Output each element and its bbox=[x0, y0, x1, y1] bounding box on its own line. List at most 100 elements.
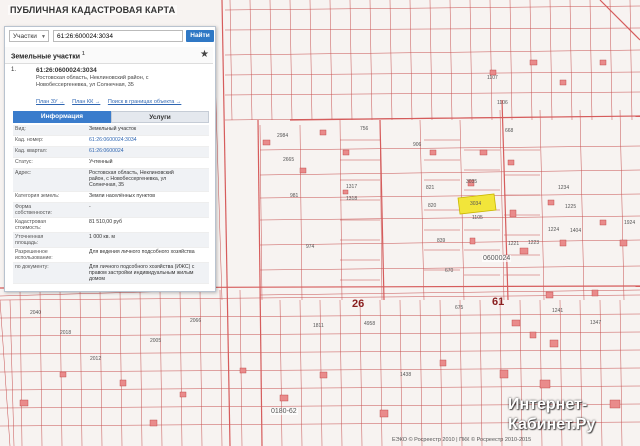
map-label: 2018 bbox=[60, 330, 72, 336]
info-label: Кадастровая стоимость: bbox=[15, 219, 46, 231]
map-label: 1105 bbox=[472, 215, 483, 221]
map-label: 3034 bbox=[470, 201, 482, 207]
info-row: Кад. номер: 61:26:0600024:3034 bbox=[13, 136, 209, 147]
info-label: по документу: bbox=[15, 264, 49, 270]
map-label: 906 bbox=[413, 142, 422, 148]
map-label: 1404 bbox=[570, 228, 582, 234]
copyright: ЕЭКО © Росреестр 2010 | ПКК © Росреестр … bbox=[392, 437, 532, 443]
map-label: 1107 bbox=[487, 75, 498, 81]
info-label: Статус: bbox=[15, 159, 33, 165]
map-label: 1438 bbox=[400, 372, 412, 378]
info-value: Земли населённых пунктов bbox=[89, 193, 155, 199]
cadastral-district-label: 26 bbox=[352, 298, 365, 310]
cadastral-quarter-label: 0600024 bbox=[482, 255, 512, 262]
info-row: Адрес: Ростовская область, Неклиновский р… bbox=[13, 169, 209, 192]
map-label: 1106 bbox=[497, 100, 508, 106]
plan-zu-link[interactable]: План ЗУ → bbox=[36, 99, 65, 105]
map-label: 2066 bbox=[190, 318, 202, 324]
search-input[interactable] bbox=[53, 30, 183, 42]
info-row: Кадастровая стоимость: 81 510,00 руб bbox=[13, 218, 209, 233]
map-label: 974 bbox=[306, 244, 315, 250]
result-number[interactable]: 61:26:0600024:3034 bbox=[36, 67, 97, 74]
map-label: 1241 bbox=[552, 308, 564, 314]
watermark-line-2: Кабинет.Ру bbox=[508, 416, 596, 433]
info-label: Вид: bbox=[15, 126, 26, 132]
watermark-line-1: Интернет- bbox=[508, 396, 588, 413]
map-label: 2665 bbox=[283, 157, 295, 163]
map-label: 675 bbox=[455, 305, 464, 311]
map-label: 820 bbox=[428, 203, 437, 209]
map-label: 4958 bbox=[364, 321, 376, 327]
map-label: 1317 bbox=[346, 184, 358, 190]
cadastral-region-label: 61 bbox=[492, 296, 505, 308]
info-label: Уточненная площадь: bbox=[15, 234, 44, 246]
map-label: 1347 bbox=[590, 320, 602, 326]
info-row: Форма собственности: - bbox=[13, 203, 209, 218]
map-label: 2005 bbox=[150, 338, 162, 344]
map-label: 2984 bbox=[277, 133, 289, 139]
map-label: 1221 bbox=[508, 241, 520, 247]
info-value: Для ведения личного подсобного хозяйства bbox=[89, 249, 195, 255]
map-label: 2040 bbox=[30, 310, 42, 316]
search-type-label: Участки bbox=[13, 33, 37, 40]
info-label: Кад. квартал: bbox=[15, 148, 48, 154]
star-icon[interactable]: ★ bbox=[200, 49, 209, 60]
info-tabs: Информация Услуги bbox=[13, 111, 209, 123]
info-label: Разрешенное использование: bbox=[15, 249, 53, 261]
info-label: Категория земель: bbox=[15, 193, 60, 199]
tab-information[interactable]: Информация bbox=[13, 111, 111, 123]
app-title: ПУБЛИЧНАЯ КАДАСТРОВАЯ КАРТА bbox=[8, 5, 178, 15]
map-label: 756 bbox=[360, 126, 369, 132]
info-value: Земельный участок bbox=[89, 126, 137, 132]
section-header[interactable]: Земельные участки 1 ★ bbox=[5, 47, 213, 64]
info-label: Адрес: bbox=[15, 170, 32, 176]
info-value: - bbox=[89, 204, 91, 210]
section-title-text: Земельные участки bbox=[11, 53, 81, 61]
map-label: 1224 bbox=[548, 227, 560, 233]
info-value[interactable]: 61:26:0600024:3034 bbox=[89, 137, 209, 143]
info-row: Категория земель: Земли населённых пункто… bbox=[13, 192, 209, 203]
map-label: 670 bbox=[445, 268, 454, 274]
search-bar: Участки ▼ Найти bbox=[9, 30, 214, 44]
info-label: Форма собственности: bbox=[15, 204, 52, 216]
search-within-link[interactable]: Поиск в границах объекта → bbox=[108, 99, 181, 105]
info-row: Разрешенное использование: Для ведения ли… bbox=[13, 248, 209, 263]
map-label: 3035 bbox=[466, 179, 478, 185]
result-index: 1. bbox=[11, 67, 17, 73]
watermark: Интернет- Кабинет.Ру bbox=[508, 395, 595, 435]
info-value: Учтенный bbox=[89, 159, 113, 165]
search-button[interactable]: Найти bbox=[186, 30, 214, 42]
tab-services[interactable]: Услуги bbox=[111, 111, 209, 123]
map-label: 981 bbox=[290, 193, 299, 199]
info-row: Кад. квартал: 61:26:0600024 bbox=[13, 147, 209, 158]
info-panel: Участки ▼ Найти Земельные участки 1 ★ 1.… bbox=[4, 26, 216, 292]
info-value: Ростовская область, Неклиновский район, … bbox=[89, 170, 174, 188]
map-label: 1924 bbox=[624, 220, 636, 226]
map-label: 1234 bbox=[558, 185, 570, 191]
section-count: 1 bbox=[81, 51, 85, 57]
info-row: по документу: Для личного подсобного хозя… bbox=[13, 263, 209, 284]
map-label: 1223 bbox=[528, 240, 540, 246]
map-label: 839 bbox=[437, 238, 446, 244]
plan-kk-link[interactable]: План КК → bbox=[72, 99, 100, 105]
result-links: План ЗУ → План КК → Поиск в границах объ… bbox=[36, 99, 187, 105]
section-title: Земельные участки 1 bbox=[11, 51, 85, 60]
cadastral-quarter-label: 0180-62 bbox=[270, 408, 298, 415]
map-label: 2012 bbox=[90, 356, 102, 362]
info-label: Кад. номер: bbox=[15, 137, 44, 143]
info-value: 81 510,00 руб bbox=[89, 219, 122, 225]
map-label: 821 bbox=[426, 185, 435, 191]
info-value: Для личного подсобного хозяйства (ИЖС) с… bbox=[89, 264, 195, 282]
map-label: 1811 bbox=[313, 323, 324, 329]
info-row: Вид: Земельный участок bbox=[13, 125, 209, 136]
result-address: Ростовская область, Неклиновский район, … bbox=[36, 75, 149, 88]
map-label: 668 bbox=[505, 128, 514, 134]
chevron-down-icon: ▼ bbox=[41, 34, 46, 40]
info-value[interactable]: 61:26:0600024 bbox=[89, 148, 209, 154]
info-table: Вид: Земельный участок Кад. номер: 61:26:0… bbox=[13, 125, 209, 284]
info-row: Статус: Учтенный bbox=[13, 158, 209, 169]
map-label: 1225 bbox=[565, 204, 577, 210]
map-label: 1318 bbox=[346, 196, 358, 202]
info-value: 1 000 кв. м bbox=[89, 234, 115, 240]
search-type-select[interactable]: Участки ▼ bbox=[9, 30, 49, 42]
